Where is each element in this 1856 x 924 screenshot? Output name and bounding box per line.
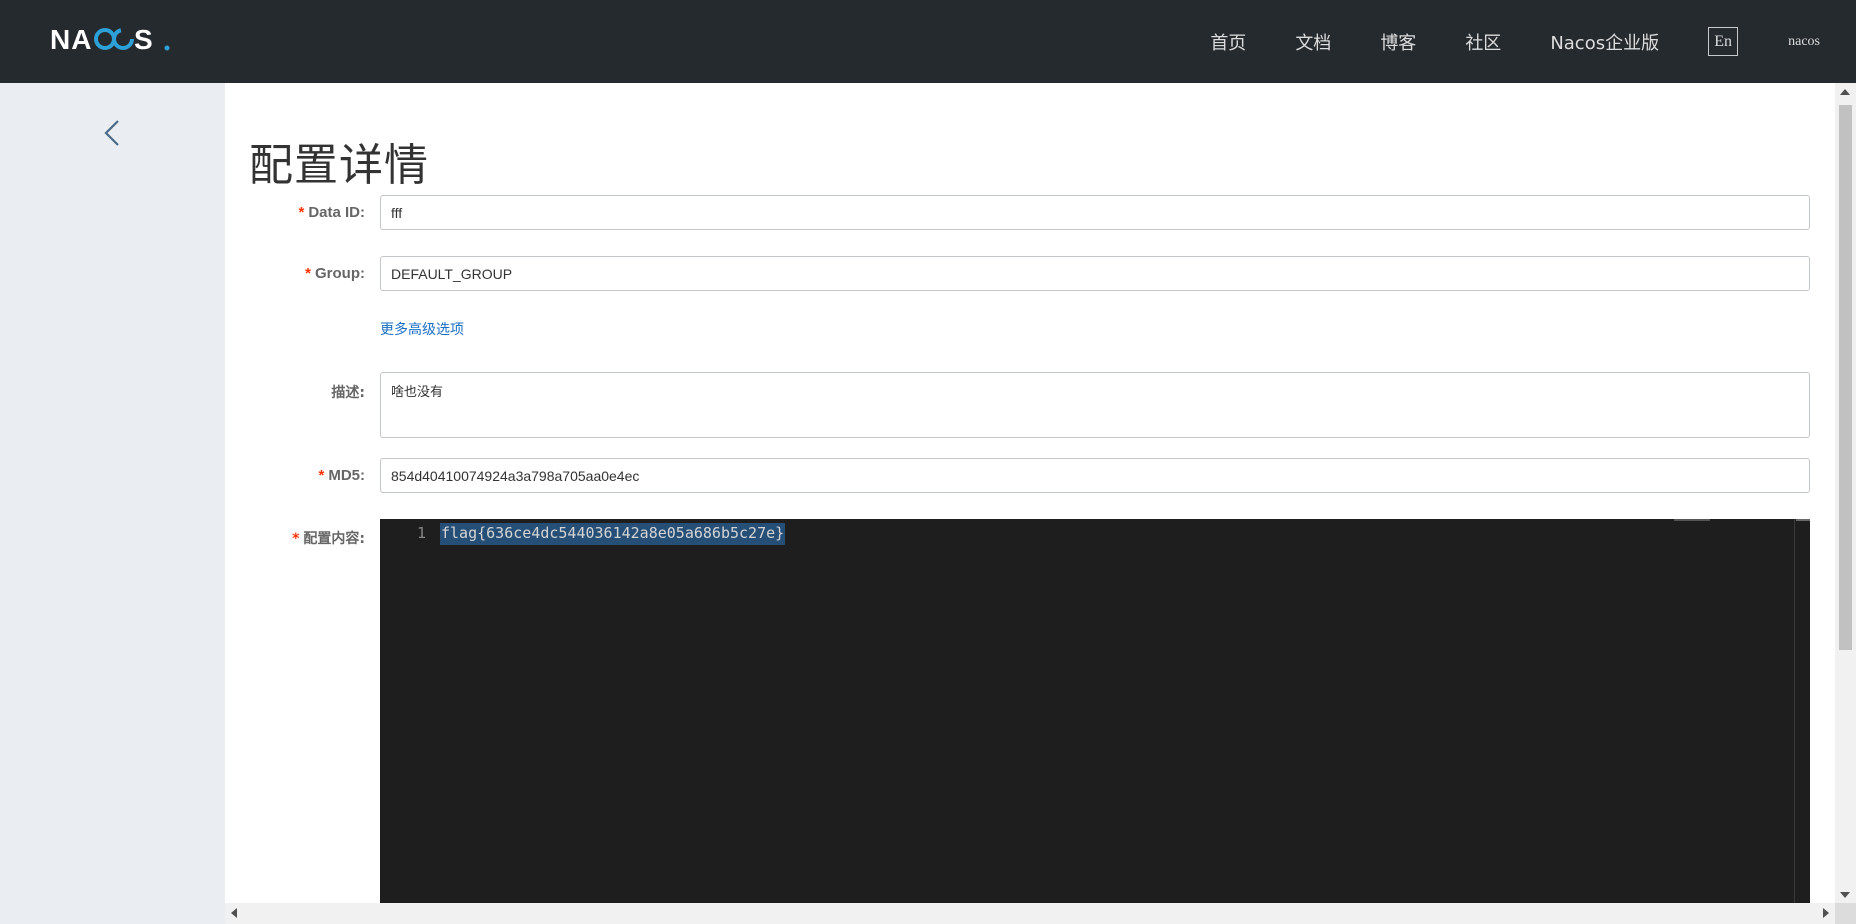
- editor-minimap: [1674, 519, 1710, 521]
- chevron-left-icon: [104, 120, 119, 146]
- config-detail-panel: 配置详情 * Data ID: fff * Group: DEFAULT_GROUP…: [225, 83, 1835, 903]
- svg-text:NA: NA: [50, 24, 92, 55]
- md5-input[interactable]: 854d40410074924a3a798a705aa0e4ec: [380, 458, 1810, 493]
- sidebar: [0, 83, 225, 924]
- page-title: 配置详情: [249, 140, 429, 191]
- nav-home[interactable]: 首页: [1210, 29, 1246, 55]
- language-switch-button[interactable]: En: [1708, 27, 1739, 56]
- nav-enterprise[interactable]: Nacos企业版: [1550, 29, 1659, 55]
- description-label: 描述:: [331, 385, 365, 401]
- scroll-left-icon[interactable]: [231, 908, 237, 918]
- content-label: * 配置内容:: [292, 531, 365, 547]
- username[interactable]: nacos: [1788, 34, 1820, 50]
- scroll-up-icon[interactable]: [1840, 89, 1850, 95]
- required-marker: *: [292, 531, 300, 547]
- scrollbar-thumb[interactable]: [1839, 105, 1852, 650]
- editor-scrollbar[interactable]: [1794, 519, 1810, 903]
- nav-docs[interactable]: 文档: [1295, 29, 1331, 55]
- config-content-editor[interactable]: 1 flag{636ce4dc544036142a8e05a686b5c27e}: [380, 519, 1810, 903]
- nacos-logo[interactable]: NA S: [50, 22, 172, 56]
- line-number: 1: [416, 524, 426, 542]
- nav-blog[interactable]: 博客: [1380, 29, 1416, 55]
- back-button[interactable]: [100, 115, 126, 151]
- top-header: NA S 首页 文档 博客 社区 Nacos企业版 En nacos: [0, 0, 1856, 83]
- horizontal-scrollbar[interactable]: [225, 903, 1835, 924]
- code-line[interactable]: flag{636ce4dc544036142a8e05a686b5c27e}: [440, 523, 786, 545]
- data-id-label: * Data ID:: [298, 204, 365, 221]
- description-textarea[interactable]: 啥也没有: [380, 372, 1810, 438]
- nav-community[interactable]: 社区: [1465, 29, 1501, 55]
- scrollbar-corner: [1835, 903, 1856, 924]
- required-marker: *: [305, 265, 311, 282]
- scroll-down-icon[interactable]: [1840, 892, 1850, 898]
- svg-text:S: S: [134, 24, 153, 55]
- required-marker: *: [318, 467, 325, 484]
- top-nav: 首页 文档 博客 社区 Nacos企业版 En nacos: [1210, 0, 1820, 83]
- group-label: * Group:: [305, 265, 365, 282]
- advanced-options-link[interactable]: 更多高级选项: [380, 319, 464, 339]
- required-marker: *: [298, 204, 305, 221]
- nacos-logo-icon: NA S: [50, 24, 170, 55]
- group-input[interactable]: DEFAULT_GROUP: [380, 256, 1810, 291]
- md5-label: * MD5:: [318, 467, 365, 484]
- scroll-right-icon[interactable]: [1823, 908, 1829, 918]
- data-id-input[interactable]: fff: [380, 195, 1810, 230]
- vertical-scrollbar[interactable]: [1835, 83, 1856, 904]
- editor-gutter: 1: [380, 519, 440, 903]
